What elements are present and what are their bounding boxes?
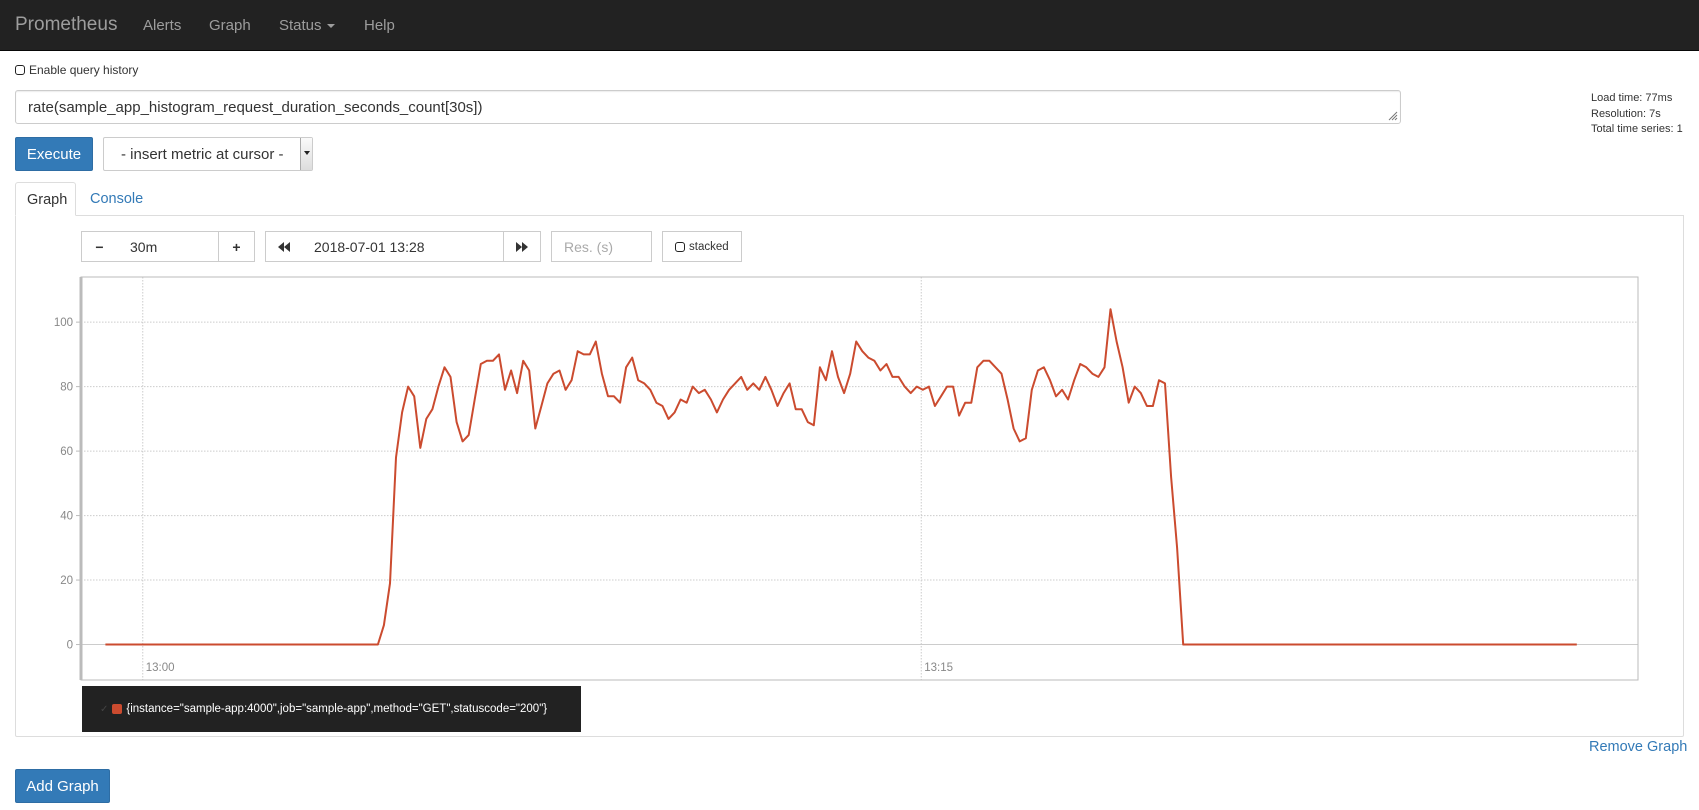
nav-alerts[interactable]: Alerts — [143, 17, 181, 34]
insert-metric-select[interactable]: - insert metric at cursor - — [103, 137, 313, 171]
insert-metric-selected: - insert metric at cursor - — [121, 145, 284, 163]
execute-button[interactable]: Execute — [15, 137, 93, 171]
end-time-forward-button[interactable] — [503, 231, 541, 262]
tab-console[interactable]: Console — [79, 182, 154, 216]
expression-text: rate(sample_app_histogram_request_durati… — [28, 99, 483, 116]
stacked-label: stacked — [689, 240, 729, 253]
resolution-placeholder: Res. (s) — [564, 238, 613, 255]
fast-forward-icon — [516, 241, 528, 252]
add-graph-button[interactable]: Add Graph — [15, 769, 110, 803]
total-time-series: Total time series: 1 — [1591, 123, 1683, 135]
load-time: Load time: 77ms — [1591, 92, 1673, 104]
tab-graph[interactable]: Graph — [15, 182, 76, 216]
fast-backward-icon — [278, 241, 290, 252]
range-decrease-button[interactable]: − — [81, 231, 118, 262]
nav-status[interactable]: Status — [279, 17, 335, 34]
nav-status-label: Status — [279, 17, 322, 34]
query-stats: Load time: 77ms Resolution: 7s Total tim… — [1591, 91, 1683, 138]
dropdown-arrow-icon — [300, 138, 312, 170]
end-time-input[interactable]: 2018-07-01 13:28 — [302, 231, 504, 262]
remove-graph-link[interactable]: Remove Graph — [1589, 739, 1687, 755]
graph-legend: ✓ {instance="sample-app:4000",job="sampl… — [82, 686, 581, 732]
graph-panel — [15, 215, 1684, 737]
query-history-checkbox[interactable] — [15, 65, 25, 75]
range-increase-button[interactable]: + — [218, 231, 255, 262]
resize-handle-icon[interactable] — [1388, 111, 1398, 121]
legend-check-icon[interactable]: ✓ — [100, 704, 108, 715]
query-history-label: Enable query history — [29, 63, 139, 77]
legend-series-label[interactable]: {instance="sample-app:4000",job="sample-… — [126, 703, 547, 715]
nav-help[interactable]: Help — [364, 17, 395, 34]
stacked-checkbox — [675, 241, 685, 252]
legend-color-swatch — [112, 704, 123, 714]
expression-input[interactable]: rate(sample_app_histogram_request_durati… — [15, 90, 1401, 124]
resolution-input[interactable]: Res. (s) — [551, 231, 652, 262]
brand-logo-link[interactable]: Prometheus — [15, 14, 117, 36]
caret-down-icon — [326, 24, 335, 29]
range-input[interactable]: 30m — [117, 231, 219, 262]
query-history-toggle[interactable]: Enable query history — [15, 63, 138, 77]
nav-graph[interactable]: Graph — [209, 17, 251, 34]
end-time-back-button[interactable] — [265, 231, 303, 262]
resolution: Resolution: 7s — [1591, 107, 1661, 120]
navbar: Prometheus Alerts Graph Status Help — [0, 0, 1699, 51]
stacked-toggle[interactable]: stacked — [662, 231, 742, 262]
